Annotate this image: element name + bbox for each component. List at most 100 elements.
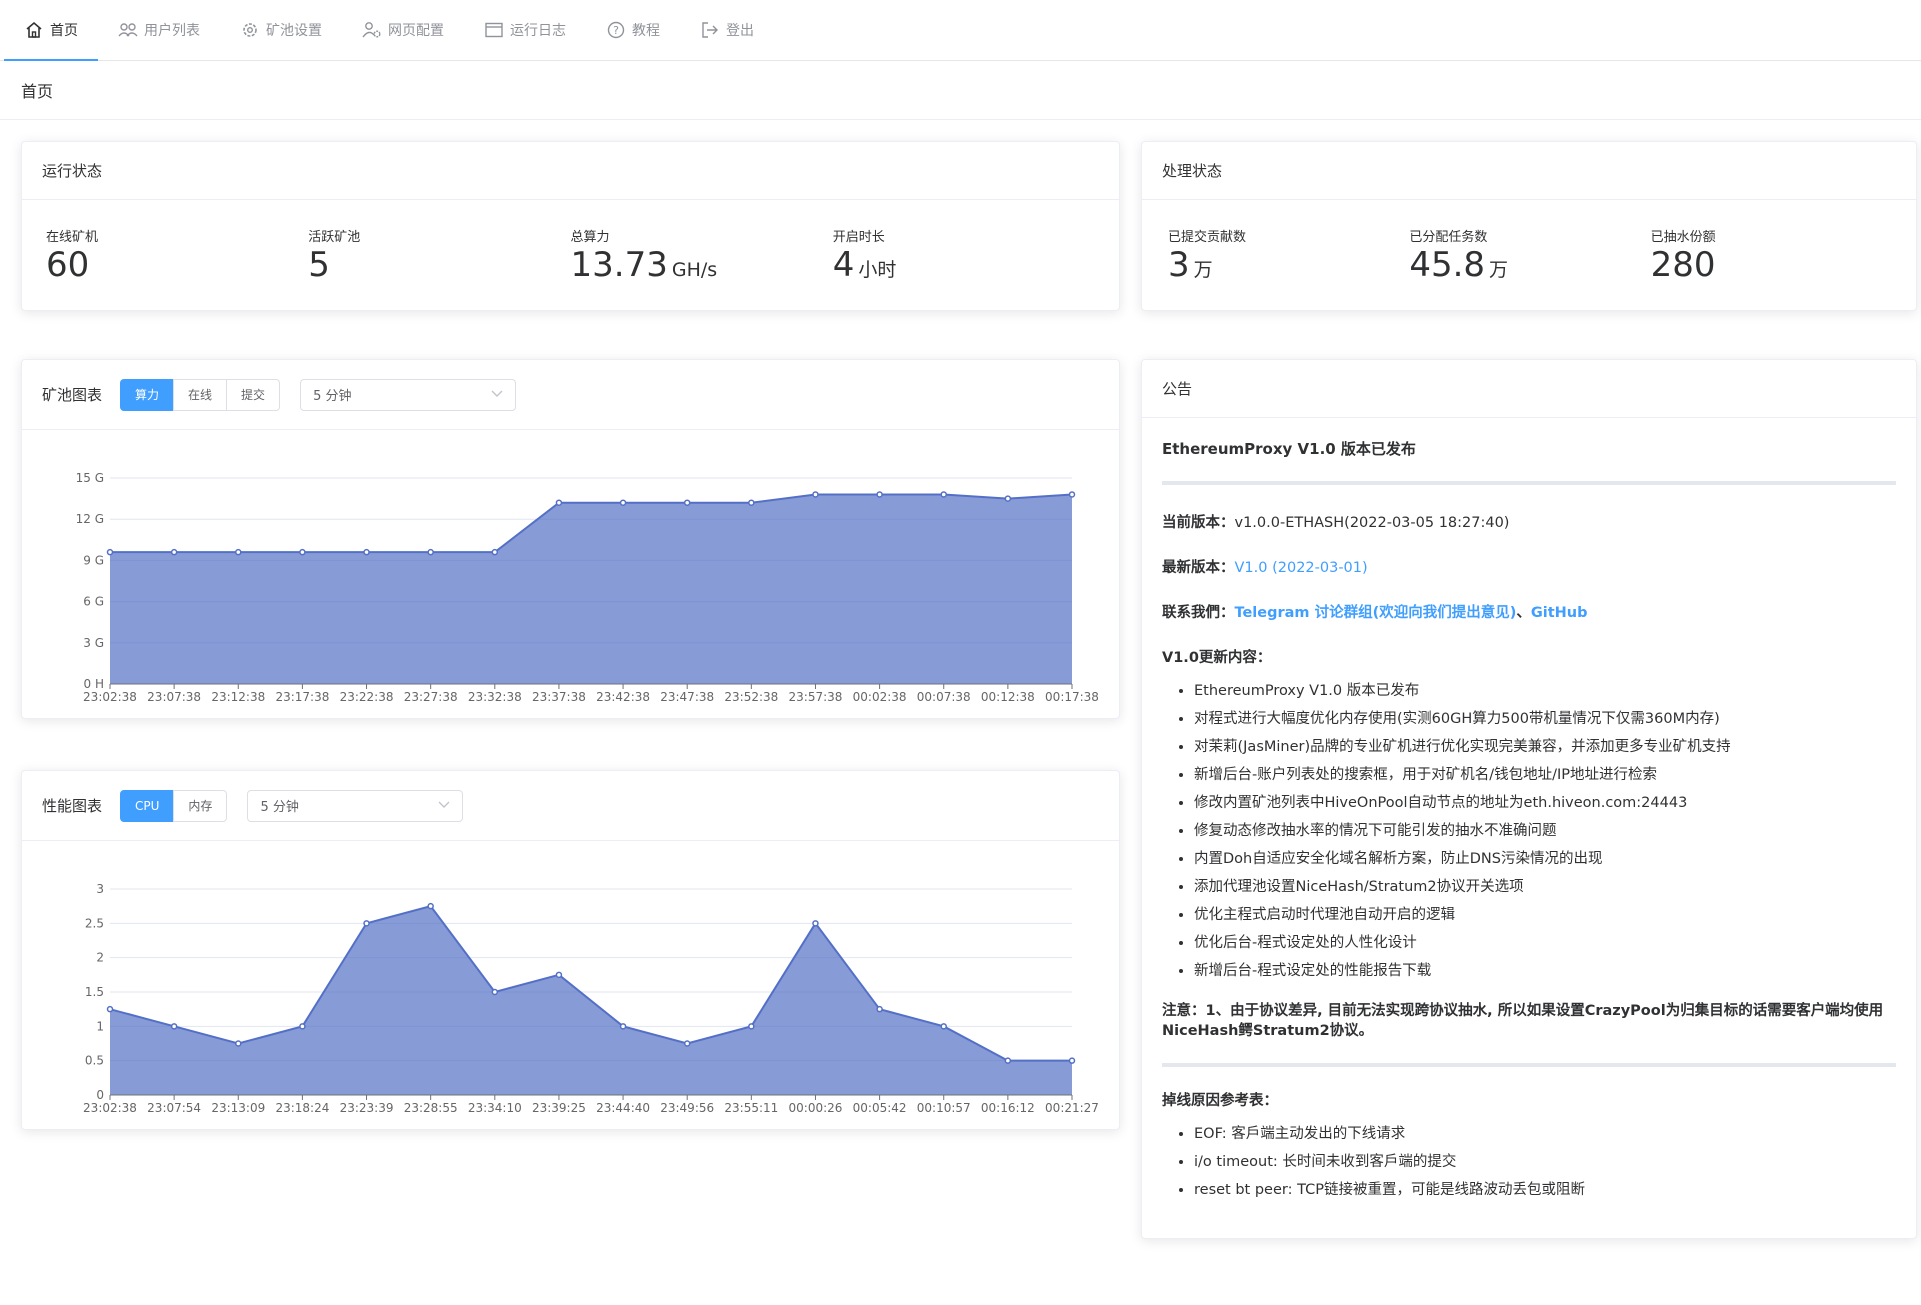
- data-point: [299, 548, 306, 556]
- data-point: [619, 499, 627, 506]
- github-link[interactable]: GitHub: [1531, 605, 1588, 621]
- x-tick-label: 23:44:40: [596, 1101, 650, 1115]
- perf-chart-tabs: CPU 内存: [120, 789, 228, 822]
- pool-chart-header: 矿池图表 算力 在线 提交 5 分钟: [22, 360, 1119, 430]
- x-tick-label: 23:13:09: [211, 1101, 265, 1115]
- users-icon: [118, 20, 138, 40]
- pool-chart-card: 矿池图表 算力 在线 提交 5 分钟 0 H 3 G 6 G 9 G 12 G 15 G 2…: [21, 359, 1120, 719]
- running-status-card: 运行状态 在线矿机 60 活跃矿池 5 总算力 13.73 GH/s 开启时长 4…: [21, 141, 1120, 311]
- notice-heading: EthereumProxy V1.0 版本已发布: [1162, 440, 1416, 458]
- data-point: [106, 548, 114, 556]
- tab-submit[interactable]: 提交: [226, 378, 281, 411]
- x-tick-label: 23:37:38: [532, 690, 586, 704]
- tab-online[interactable]: 在线: [173, 378, 228, 411]
- list-item: 新增后台-账户列表处的搜索框，用于对矿机名/钱包地址/IP地址进行检索: [1194, 761, 1896, 789]
- current-version-line: 当前版本：v1.0.0-ETHASH(2022-03-05 18:27:40): [1162, 511, 1896, 532]
- nav-item-pool-settings[interactable]: 矿池设置: [220, 0, 342, 60]
- data-point: [619, 1023, 627, 1030]
- current-version-value: v1.0.0-ETHASH(2022-03-05 18:27:40): [1234, 515, 1510, 531]
- data-point: [748, 499, 755, 506]
- stat-total-hashrate: 总算力 13.73 GH/s: [571, 226, 833, 285]
- x-tick-label: 23:49:56: [660, 1101, 714, 1115]
- x-tick-label: 00:10:57: [917, 1101, 971, 1115]
- y-tick-label: 15 G: [76, 471, 104, 485]
- card-title: 矿池图表: [42, 386, 103, 404]
- stat-value: 4: [832, 245, 855, 285]
- process-status-card: 处理状态 已提交贡献数 3万 已分配任务数 45.8 万 已抽水份额 280: [1141, 141, 1917, 311]
- list-item: EOF: 客戶端主动发出的下线请求: [1194, 1120, 1896, 1148]
- breadcrumb: 首页: [0, 61, 1921, 120]
- stat-label: 活跃矿池: [308, 230, 361, 245]
- tab-cpu[interactable]: CPU: [120, 789, 175, 822]
- nav-item-web-config[interactable]: 网页配置: [342, 0, 464, 60]
- tab-memory[interactable]: 内存: [173, 789, 228, 822]
- contact-line: 联系我們：Telegram 讨论群组(欢迎向我们提出意见)、GitHub: [1162, 601, 1896, 622]
- notice-note: 注意：1、由于协议差异, 目前无法实现跨协议抽水, 所以如果设置CrazyPoo…: [1162, 1003, 1884, 1039]
- stat-value: 280: [1650, 245, 1716, 285]
- y-tick-label: 0 H: [84, 677, 104, 691]
- contact-separator: 、: [1516, 605, 1531, 621]
- list-item: 对茉莉(JasMiner)品牌的专业矿机进行优化实现完美兼容，并添加更多专业矿机…: [1194, 733, 1896, 761]
- y-tick-label: 9 G: [83, 553, 104, 567]
- list-item: 优化后台-程式设定处的人性化设计: [1194, 929, 1896, 957]
- telegram-link[interactable]: Telegram 讨论群组(欢迎向我们提出意见): [1235, 605, 1517, 621]
- chevron-down-icon: [491, 387, 503, 402]
- main-content: 运行状态 在线矿机 60 活跃矿池 5 总算力 13.73 GH/s 开启时长 4…: [0, 120, 1921, 1305]
- nav-label: 登出: [726, 23, 754, 39]
- nav-item-home[interactable]: 首页: [4, 0, 98, 61]
- data-point: [170, 548, 178, 556]
- stat-submitted-shares: 已提交贡献数 3万: [1168, 226, 1409, 285]
- nav-item-tutorial[interactable]: ? 教程: [586, 0, 680, 60]
- x-tick-label: 00:12:38: [981, 690, 1035, 704]
- changelog-list: EthereumProxy V1.0 版本已发布 对程式进行大幅度优化内存使用(…: [1162, 677, 1896, 985]
- x-tick-label: 00:00:26: [789, 1101, 843, 1115]
- x-tick-label: 23:23:39: [340, 1101, 394, 1115]
- stat-value: 5: [308, 245, 330, 285]
- contact-label: 联系我們：: [1162, 605, 1235, 621]
- stat-label: 总算力: [570, 230, 610, 245]
- data-point: [106, 1005, 114, 1013]
- nav-item-users[interactable]: 用户列表: [98, 0, 220, 60]
- data-point: [876, 1005, 883, 1013]
- current-version-label: 当前版本：: [1162, 515, 1235, 531]
- stat-unit: 万: [1193, 259, 1213, 281]
- list-item: 优化主程式启动时代理池自动开启的逻辑: [1194, 901, 1896, 929]
- data-point: [876, 491, 883, 498]
- list-item: 对程式进行大幅度优化内存使用(实测60GH算力500带机量情况下仅需360M内存…: [1194, 705, 1896, 733]
- x-tick-label: 23:47:38: [660, 690, 714, 704]
- data-point: [748, 1023, 755, 1030]
- data-point: [235, 1040, 242, 1047]
- data-point: [555, 499, 563, 506]
- changelog-title: V1.0更新内容：: [1162, 650, 1272, 666]
- interval-select[interactable]: 5 分钟: [300, 378, 517, 411]
- x-tick-label: 00:17:38: [1045, 690, 1099, 704]
- data-point: [555, 971, 563, 979]
- x-tick-label: 00:02:38: [853, 690, 907, 704]
- svg-text:?: ?: [613, 24, 619, 37]
- process-stats: 已提交贡献数 3万 已分配任务数 45.8 万 已抽水份额 280: [1142, 200, 1916, 285]
- y-tick-label: 6 G: [83, 595, 104, 609]
- x-tick-label: 23:34:10: [468, 1101, 522, 1115]
- stat-label: 已提交贡献数: [1168, 230, 1247, 245]
- stat-fee-shares: 已抽水份额 280: [1651, 226, 1892, 285]
- nav-item-run-log[interactable]: 运行日志: [464, 0, 586, 60]
- list-item: 修改内置矿池列表中HiveOnPool自动节点的地址为eth.hiveon.co…: [1194, 789, 1896, 817]
- nav-label: 首页: [50, 23, 78, 39]
- latest-version-link[interactable]: V1.0 (2022-03-01): [1235, 560, 1368, 576]
- x-tick-label: 23:17:38: [275, 690, 329, 704]
- pool-chart-tabs: 算力 在线 提交: [120, 378, 281, 411]
- nav-item-logout[interactable]: 登出: [680, 0, 774, 60]
- data-point: [683, 1040, 691, 1047]
- y-tick-label: 2.5: [85, 916, 104, 930]
- data-point: [1004, 1057, 1012, 1064]
- x-tick-label: 23:39:25: [532, 1101, 586, 1115]
- data-point: [491, 548, 499, 556]
- interval-select[interactable]: 5 分钟: [247, 789, 464, 822]
- data-point: [683, 499, 691, 506]
- tab-hashrate[interactable]: 算力: [120, 378, 175, 411]
- user-settings-icon: [362, 20, 382, 40]
- x-tick-label: 23:57:38: [789, 690, 843, 704]
- stat-assigned-jobs: 已分配任务数 45.8 万: [1409, 226, 1650, 285]
- data-point: [363, 920, 370, 927]
- stat-active-pools: 活跃矿池 5: [308, 226, 570, 285]
